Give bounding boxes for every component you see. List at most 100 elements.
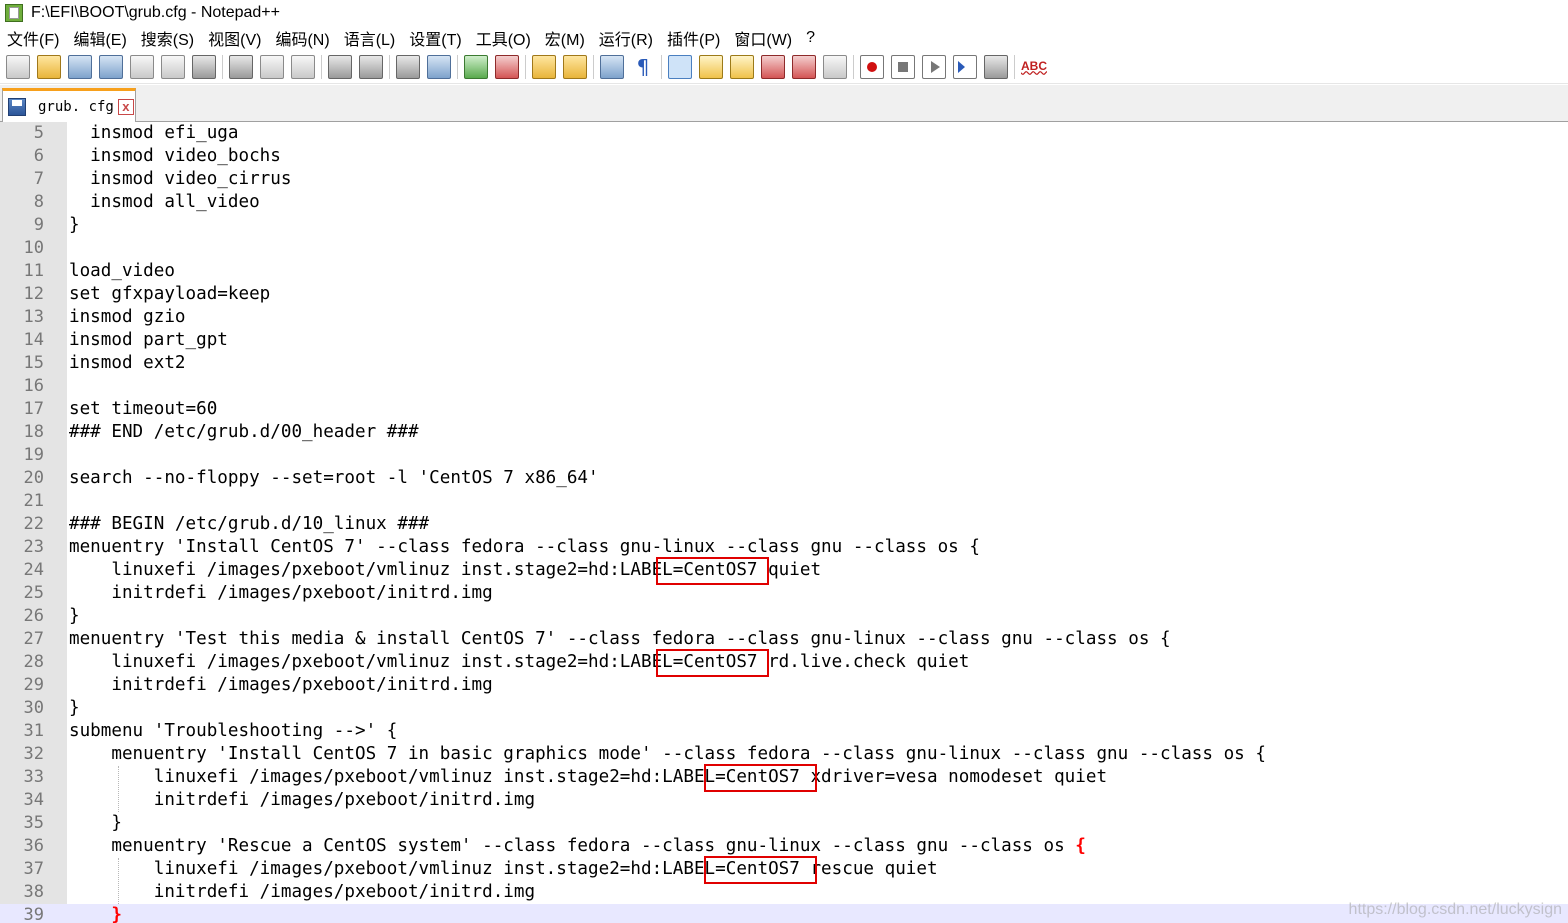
close-all-icon[interactable]	[161, 54, 185, 79]
toolbar-separator	[389, 54, 390, 79]
code-line: 21	[0, 490, 1568, 513]
menu-item-3[interactable]: 视图(V)	[201, 26, 268, 50]
line-number: 18	[23, 422, 44, 442]
menu-item-12[interactable]: ?	[799, 29, 822, 47]
folder-icon[interactable]	[792, 54, 816, 79]
menu-item-4[interactable]: 编码(N)	[268, 26, 336, 50]
redo-icon[interactable]	[359, 54, 383, 79]
matched-brace: }	[111, 905, 122, 923]
open-file-icon[interactable]	[37, 54, 61, 79]
code-text: menuentry 'Install CentOS 7 in basic gra…	[69, 744, 1266, 764]
line-text: linuxefi /images/pxeboot/vmlinuz inst.st…	[69, 766, 1107, 789]
code-text: submenu 'Troubleshooting -->' {	[69, 721, 398, 741]
line-text: set timeout=60	[69, 398, 217, 421]
menu-bar: 文件(F) 编辑(E) 搜索(S) 视图(V) 编码(N) 语言(L) 设置(T) 工具(O)…	[0, 26, 1568, 50]
save-all-icon[interactable]	[99, 54, 123, 79]
menu-item-2[interactable]: 搜索(S)	[134, 26, 201, 50]
spell-check-icon[interactable]: ABC	[1021, 55, 1047, 79]
doc-map-icon[interactable]	[699, 54, 723, 79]
line-number: 25	[23, 583, 44, 603]
line-number: 13	[23, 307, 44, 327]
replace-icon[interactable]	[427, 54, 451, 79]
stop-recording-icon[interactable]	[891, 54, 915, 79]
line-number: 6	[33, 146, 44, 166]
save-macro-icon[interactable]	[984, 54, 1008, 79]
menu-item-5[interactable]: 语言(L)	[337, 26, 403, 50]
line-number: 5	[33, 123, 44, 143]
line-text: menuentry 'Install CentOS 7' --class fed…	[69, 536, 980, 559]
line-number: 11	[23, 261, 44, 281]
line-number: 21	[23, 491, 44, 511]
line-number: 26	[23, 606, 44, 626]
run-macro-multiple-icon[interactable]	[953, 54, 977, 79]
line-number: 29	[23, 675, 44, 695]
sync-horizontal-icon[interactable]	[563, 54, 587, 79]
menu-item-8[interactable]: 宏(M)	[538, 26, 592, 50]
line-text: }	[69, 812, 122, 835]
menu-item-11[interactable]: 窗口(W)	[727, 26, 799, 50]
line-number: 24	[23, 560, 44, 580]
code-text: insmod ext2	[69, 353, 186, 373]
paste-icon[interactable]	[291, 54, 315, 79]
monitor-icon[interactable]	[823, 54, 847, 79]
play-macro-icon[interactable]	[922, 54, 946, 79]
close-icon[interactable]	[130, 54, 154, 79]
undo-icon[interactable]	[328, 54, 352, 79]
line-number: 38	[23, 882, 44, 902]
copy-icon[interactable]	[260, 54, 284, 79]
code-text: set timeout=60	[69, 399, 218, 419]
line-text: insmod efi_uga	[69, 122, 238, 145]
code-line: 26}	[0, 605, 1568, 628]
zoom-in-icon[interactable]	[464, 54, 488, 79]
code-line: 16	[0, 375, 1568, 398]
save-icon[interactable]	[68, 54, 92, 79]
menu-item-1[interactable]: 编辑(E)	[66, 26, 133, 50]
code-line: 18 ### END /etc/grub.d/00_header ###	[0, 421, 1568, 444]
editor-area[interactable]: 5 insmod efi_uga 6 insmod video_bochs 7 in…	[0, 122, 1568, 923]
show-all-chars-icon[interactable]: ¶	[631, 55, 655, 79]
line-text: }	[69, 214, 80, 237]
menu-item-7[interactable]: 工具(O)	[469, 26, 538, 50]
print-icon[interactable]	[192, 54, 216, 79]
line-number: 28	[23, 652, 44, 672]
code-line: 15 insmod ext2	[0, 352, 1568, 375]
code-text: linuxefi /images/pxeboot/vmlinuz inst.st…	[69, 652, 970, 672]
sync-vertical-icon[interactable]	[532, 54, 556, 79]
indent-guide-icon[interactable]	[668, 54, 692, 79]
tab-bar: grub. cfg x	[0, 85, 1568, 122]
menu-item-6[interactable]: 设置(T)	[402, 26, 468, 50]
line-text: load_video	[69, 260, 175, 283]
line-number: 10	[23, 238, 44, 258]
code-text: initrdefi /images/pxeboot/initrd.img	[69, 583, 493, 603]
menu-item-9[interactable]: 运行(R)	[592, 26, 660, 50]
cut-icon[interactable]	[229, 54, 253, 79]
line-number: 17	[23, 399, 44, 419]
folder-workspace-icon[interactable]	[761, 54, 785, 79]
code-text: insmod part_gpt	[69, 330, 228, 350]
zoom-out-icon[interactable]	[495, 54, 519, 79]
line-number: 12	[23, 284, 44, 304]
code-line: 13 insmod gzio	[0, 306, 1568, 329]
code-line: 11 load_video	[0, 260, 1568, 283]
line-text: initrdefi /images/pxeboot/initrd.img	[69, 582, 493, 605]
code-line: 22 ### BEGIN /etc/grub.d/10_linux ###	[0, 513, 1568, 536]
toolbar-separator	[853, 54, 854, 79]
function-list-icon[interactable]	[730, 54, 754, 79]
new-file-icon[interactable]	[6, 54, 30, 79]
code-text: menuentry 'Rescue a CentOS system' --cla…	[69, 836, 1076, 856]
menu-item-10[interactable]: 插件(P)	[660, 26, 727, 50]
code-line: 20 search --no-floppy --set=root -l 'Cent…	[0, 467, 1568, 490]
record-macro-icon[interactable]	[860, 54, 884, 79]
line-number: 36	[23, 836, 44, 856]
close-tab-button[interactable]: x	[117, 98, 134, 115]
word-wrap-icon[interactable]	[600, 54, 624, 79]
toolbar-separator	[1014, 54, 1015, 79]
tab-grub-cfg[interactable]: grub. cfg x	[2, 88, 136, 122]
menu-item-0[interactable]: 文件(F)	[0, 26, 66, 50]
code-line: 32 menuentry 'Install CentOS 7 in basic …	[0, 743, 1568, 766]
code-line: 23 menuentry 'Install CentOS 7' --class f…	[0, 536, 1568, 559]
line-text: menuentry 'Install CentOS 7 in basic gra…	[69, 743, 1266, 766]
find-icon[interactable]	[396, 54, 420, 79]
toolbar-separator	[321, 54, 322, 79]
